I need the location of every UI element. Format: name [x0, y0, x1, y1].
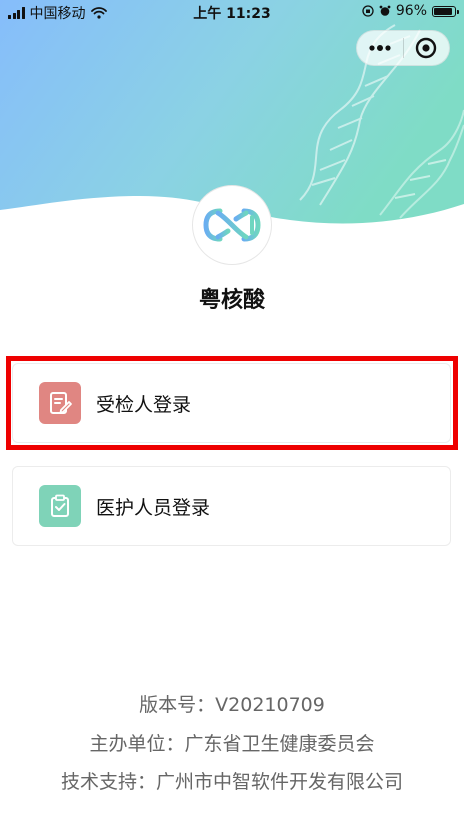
close-miniprogram-button[interactable]: [404, 31, 450, 65]
battery-fill: [434, 7, 452, 15]
sponsor-info: 主办单位：广东省卫生健康委员会: [89, 733, 375, 755]
battery-icon: [432, 5, 459, 17]
tech-support-info: 技术支持：广州市中智软件开发有限公司: [60, 771, 403, 793]
status-right: 96%: [362, 3, 459, 19]
medical-staff-login-label: 医护人员登录: [96, 496, 211, 519]
highlight-annotation-box: [6, 356, 458, 450]
medical-staff-login-button[interactable]: 医护人员登录: [12, 466, 451, 546]
app-title: 粤核酸: [198, 288, 265, 313]
orientation-lock-icon: [362, 5, 374, 17]
alarm-icon: [379, 5, 391, 16]
page: 中国移动 上午 11:23 96% 粤核酸 受检人登录 医护人员登录 版本号：V…: [0, 0, 464, 826]
status-bar: 中国移动 上午 11:23 96%: [0, 0, 464, 24]
miniprogram-capsule: [356, 30, 450, 66]
battery-percent: 96%: [395, 3, 427, 19]
more-options-button[interactable]: [357, 31, 403, 65]
dna-logo-icon: [203, 208, 261, 242]
clipboard-check-icon: [39, 485, 81, 527]
version-info: 版本号：V20210709: [139, 694, 325, 716]
more-dots-icon: [369, 45, 391, 51]
app-logo: [192, 185, 272, 265]
target-circle-icon: [416, 37, 437, 59]
